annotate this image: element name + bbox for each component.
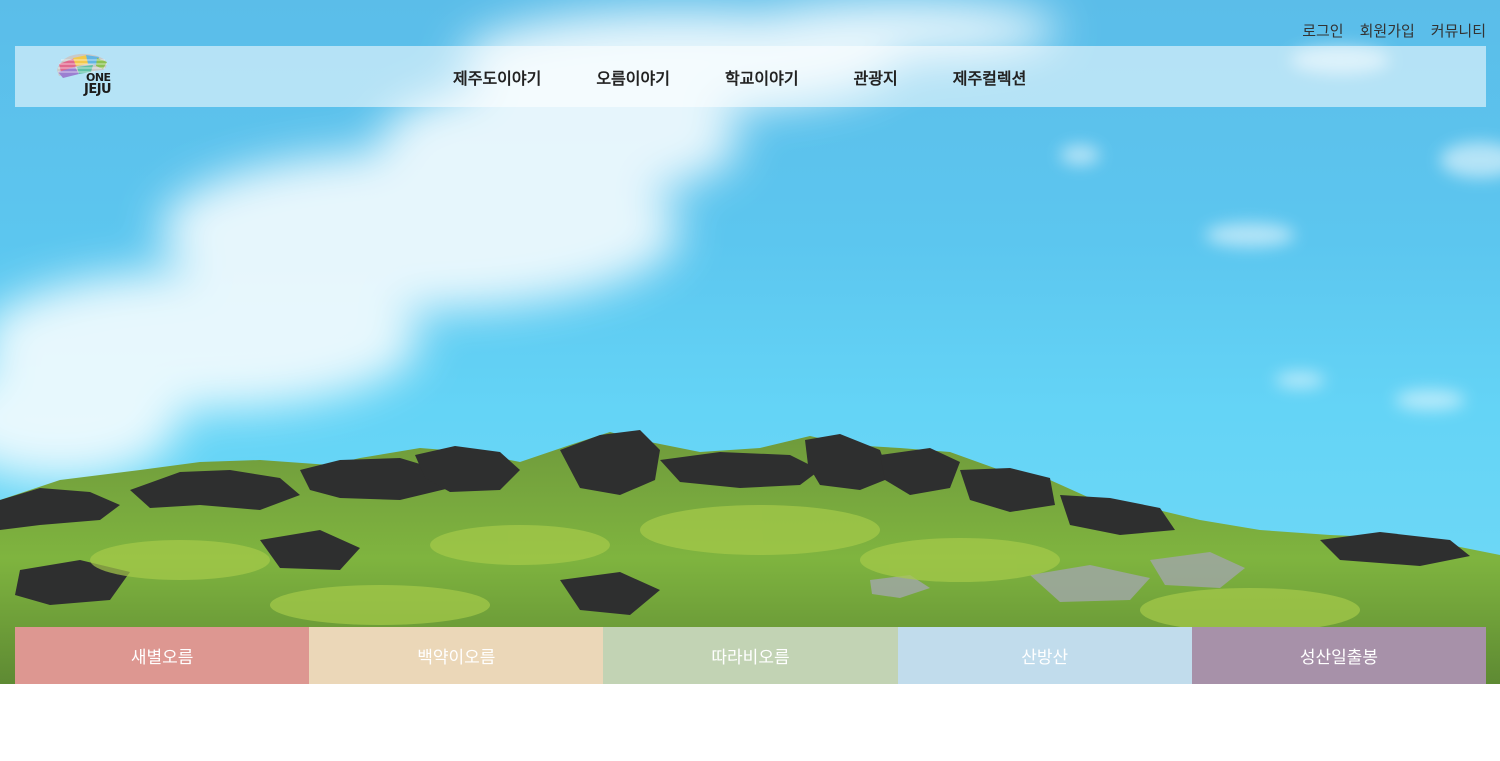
community-link[interactable]: 커뮤니티 bbox=[1431, 20, 1486, 41]
utility-nav: 로그인 회원가입 커뮤니티 bbox=[1302, 20, 1486, 41]
oreum-tabs: 새별오름 백약이오름 따라비오름 산방산 성산일출봉 bbox=[15, 627, 1487, 684]
logo-text-jeju: JEJU bbox=[84, 82, 112, 97]
nav-jeju-story[interactable]: 제주도이야기 bbox=[453, 65, 541, 89]
tab-saebyeol-oreum[interactable]: 새별오름 bbox=[15, 627, 310, 684]
nav-school-story[interactable]: 학교이야기 bbox=[725, 65, 799, 89]
nav-tourist-spots[interactable]: 관광지 bbox=[854, 65, 898, 89]
tab-ttarabi-oreum[interactable]: 따라비오름 bbox=[603, 627, 898, 684]
login-link[interactable]: 로그인 bbox=[1302, 20, 1343, 41]
nav-oreum-story[interactable]: 오름이야기 bbox=[596, 65, 670, 89]
tab-sanbangsan[interactable]: 산방산 bbox=[897, 627, 1192, 684]
signup-link[interactable]: 회원가입 bbox=[1360, 20, 1415, 41]
main-navbar: ONE JEJU 제주도이야기 오름이야기 학교이야기 관광지 제주컬렉션 bbox=[15, 46, 1486, 107]
tab-baegyagi-oreum[interactable]: 백약이오름 bbox=[309, 627, 604, 684]
tab-seongsan-ilchulbong[interactable]: 성산일출봉 bbox=[1191, 627, 1487, 684]
main-menu: 제주도이야기 오름이야기 학교이야기 관광지 제주컬렉션 bbox=[453, 46, 1081, 107]
one-jeju-logo[interactable]: ONE JEJU bbox=[55, 50, 121, 100]
nav-jeju-collection[interactable]: 제주컬렉션 bbox=[953, 65, 1027, 89]
